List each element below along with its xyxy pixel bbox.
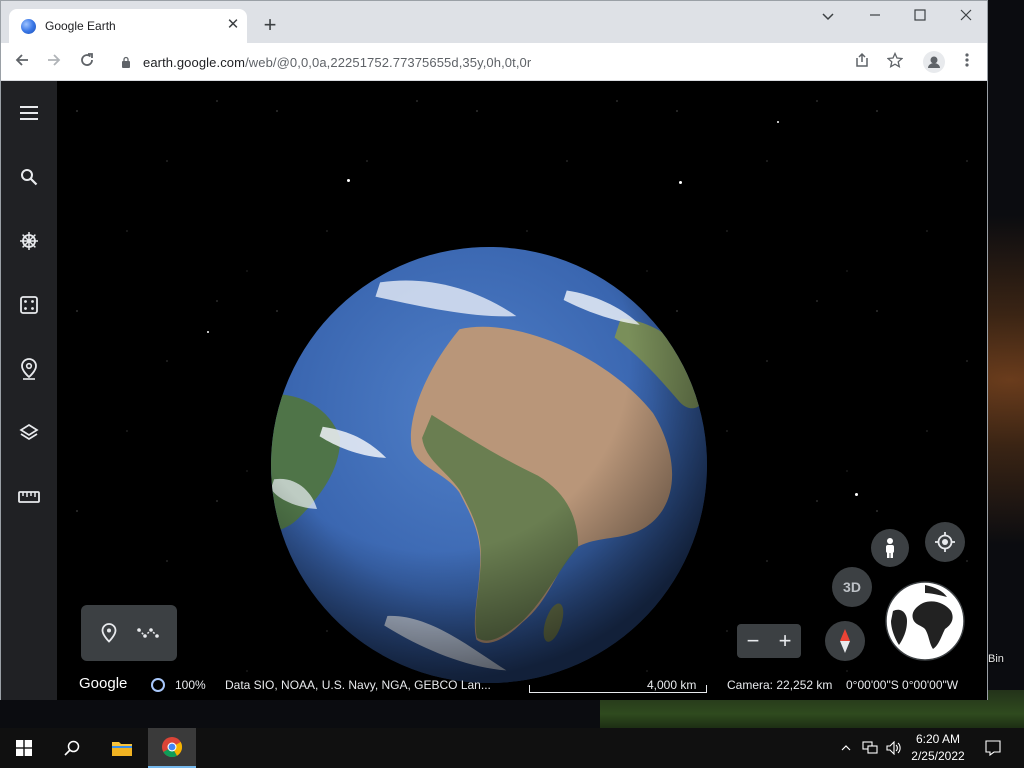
scale-label: 4,000 km xyxy=(647,678,697,692)
chevron-down-icon[interactable] xyxy=(813,5,843,29)
browser-window: Google Earth ✕ + earth.google.com/web/@0… xyxy=(0,0,988,700)
show-hidden-icons-chevron-icon[interactable] xyxy=(836,728,856,768)
voyager-wheel-icon[interactable] xyxy=(15,227,43,255)
add-placemark-icon[interactable] xyxy=(97,621,121,645)
close-window-icon[interactable] xyxy=(951,5,981,29)
my-location-icon[interactable] xyxy=(925,522,965,562)
lock-icon xyxy=(122,56,130,68)
loading-ring-icon xyxy=(151,678,165,692)
clock-date: 2/25/2022 xyxy=(911,749,965,763)
star xyxy=(855,493,858,496)
earth-sidebar xyxy=(1,81,57,700)
star xyxy=(777,121,779,123)
menu-icon[interactable] xyxy=(15,99,43,127)
zoom-out-button[interactable]: − xyxy=(737,624,769,658)
new-tab-button[interactable]: + xyxy=(259,14,281,36)
google-earth-app: 3D − + Google 100% Data SIO, NOAA, U.S. … xyxy=(1,81,987,700)
search-icon[interactable] xyxy=(15,163,43,191)
google-logo: Google xyxy=(79,675,128,692)
reload-icon[interactable] xyxy=(74,49,100,75)
status-bar: Google 100% Data SIO, NOAA, U.S. Navy, N… xyxy=(57,669,987,700)
compass-icon[interactable] xyxy=(825,621,865,661)
tab-strip: Google Earth ✕ + xyxy=(1,1,987,43)
zoom-control: − + xyxy=(737,624,801,658)
tab-title: Google Earth xyxy=(45,19,116,33)
star xyxy=(347,179,350,182)
windows-taskbar: 6:20 AM 2/25/2022 xyxy=(0,728,1024,768)
recycle-bin-label[interactable]: Bin xyxy=(988,653,1004,665)
projects-pin-icon[interactable] xyxy=(15,355,43,383)
star xyxy=(679,181,682,184)
back-arrow-icon[interactable] xyxy=(9,49,35,75)
windows-start-icon[interactable] xyxy=(0,728,48,768)
star xyxy=(207,331,209,333)
draw-path-icon[interactable] xyxy=(137,621,161,645)
maximize-icon[interactable] xyxy=(905,5,935,29)
minimize-icon[interactable] xyxy=(860,5,890,29)
feeling-lucky-dice-icon[interactable] xyxy=(15,291,43,319)
share-icon[interactable] xyxy=(849,49,875,75)
google-earth-favicon-icon xyxy=(21,19,36,34)
chrome-taskbar-icon[interactable] xyxy=(148,728,196,768)
coordinates: 0°00'00"S 0°00'00"W xyxy=(846,678,959,692)
bookmark-star-icon[interactable] xyxy=(882,49,908,75)
toggle-3d-button[interactable]: 3D xyxy=(832,567,872,607)
measure-ruler-icon[interactable] xyxy=(15,483,43,511)
network-icon[interactable] xyxy=(858,728,882,768)
volume-icon[interactable] xyxy=(882,728,906,768)
profile-avatar[interactable] xyxy=(923,51,945,73)
tools-panel xyxy=(81,605,177,661)
data-attribution[interactable]: Data SIO, NOAA, U.S. Navy, NGA, GEBCO La… xyxy=(225,678,491,692)
map-style-layers-icon[interactable] xyxy=(15,419,43,447)
taskbar-clock[interactable]: 6:20 AM 2/25/2022 xyxy=(904,731,972,765)
camera-altitude: Camera: 22,252 km xyxy=(727,678,833,692)
taskbar-search-icon[interactable] xyxy=(48,728,96,768)
more-menu-icon[interactable] xyxy=(954,49,980,75)
forward-arrow-icon[interactable] xyxy=(41,49,67,75)
earth-globe[interactable] xyxy=(269,245,709,685)
zoom-in-button[interactable]: + xyxy=(769,624,801,658)
load-percent: 100% xyxy=(175,678,206,692)
address-bar[interactable]: earth.google.com/web/@0,0,0a,22251752.77… xyxy=(111,47,911,77)
notifications-icon[interactable] xyxy=(978,728,1008,768)
file-explorer-icon[interactable] xyxy=(98,728,146,768)
minimap-globe[interactable] xyxy=(885,581,965,661)
url-text: earth.google.com/web/@0,0,0a,22251752.77… xyxy=(143,55,532,70)
tab-google-earth[interactable]: Google Earth ✕ xyxy=(9,9,247,43)
street-view-pegman-icon[interactable] xyxy=(871,529,909,567)
clock-time: 6:20 AM xyxy=(915,732,961,746)
close-tab-icon[interactable]: ✕ xyxy=(224,16,242,34)
browser-toolbar: earth.google.com/web/@0,0,0a,22251752.77… xyxy=(1,43,987,81)
